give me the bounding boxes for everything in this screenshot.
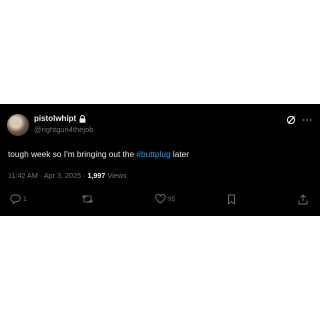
action-bar: 1 95 [0,194,320,210]
like-button[interactable]: 95 [155,194,175,204]
post-date[interactable]: Apr 3, 2025 [44,171,81,180]
author-handle[interactable]: @rightgun4thejob [34,125,93,134]
share-button[interactable] [298,194,308,205]
post-text: tough week so I'm bringing out the #butt… [8,149,189,159]
repost-icon [81,194,94,204]
grok-icon[interactable] [286,115,296,125]
meta-separator-2: · [83,171,86,180]
views-label: Views [107,171,127,180]
display-name[interactable]: pistolwhipt [34,114,76,123]
reply-icon [10,194,21,204]
lock-icon [79,114,86,123]
share-icon [298,194,308,205]
repost-button[interactable] [81,194,94,204]
post-text-suffix: later [170,149,190,159]
avatar[interactable] [7,114,29,136]
bookmark-icon [227,194,236,205]
heart-icon [155,194,166,204]
more-icon[interactable] [302,118,312,122]
post-meta: 11:42 AM · Apr 3, 2025 · 1,997 Views [8,171,126,180]
meta-separator: · [39,171,43,180]
post-top-actions [286,115,312,125]
hashtag-link[interactable]: #buttplug [136,149,170,159]
like-count: 95 [168,195,176,203]
reply-count: 1 [23,195,27,203]
post-time[interactable]: 11:42 AM [8,171,38,180]
post-card[interactable]: pistolwhipt @rightgun4thejob tough week … [0,104,320,216]
reply-button[interactable]: 1 [10,194,27,204]
post-text-prefix: tough week so I'm bringing out the [8,149,137,159]
author-name[interactable]: pistolwhipt [34,114,86,123]
bookmark-button[interactable] [227,194,236,205]
views-count: 1,997 [87,171,106,180]
